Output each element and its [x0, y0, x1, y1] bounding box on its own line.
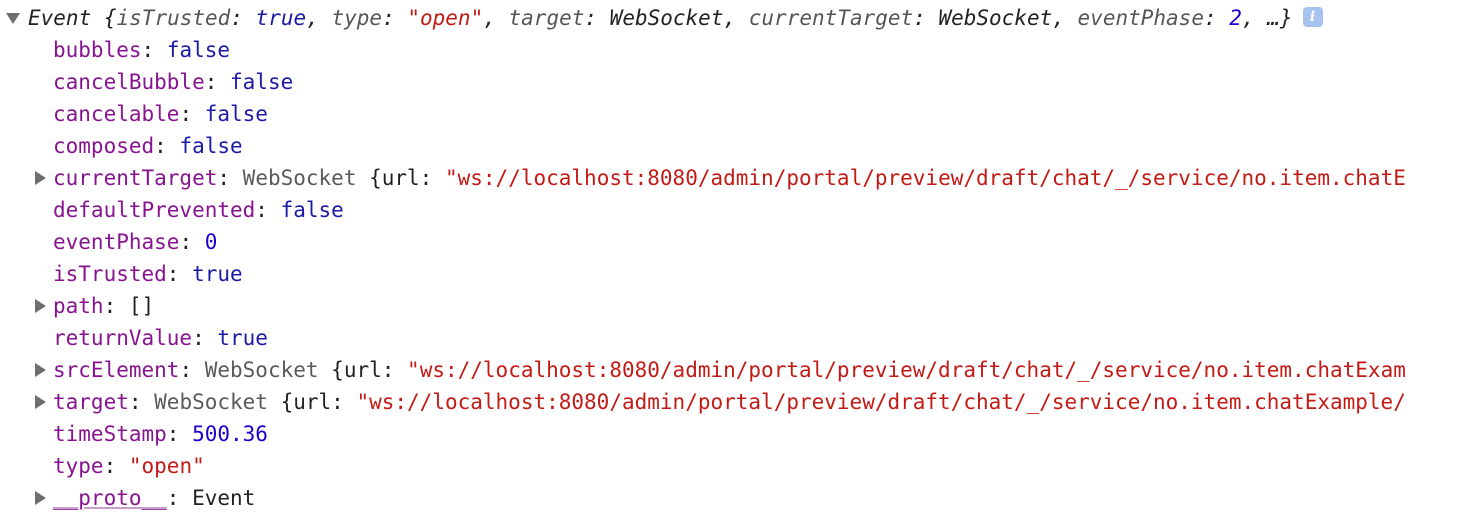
- property-colon: :: [179, 102, 205, 126]
- expand-triangle-icon[interactable]: [33, 482, 47, 514]
- summary-value-eventphase: 2: [1229, 6, 1242, 30]
- event-summary: Event {isTrusted: true, type: "open", ta…: [8, 6, 1293, 30]
- property-value: true: [217, 326, 268, 350]
- console-output: Event {isTrusted: true, type: "open", ta…: [0, 2, 1466, 514]
- property-value: 500.36: [192, 422, 268, 446]
- property-key: path: [53, 294, 104, 318]
- property-key: cancelBubble: [53, 70, 205, 94]
- property-row-expandable[interactable]: target: WebSocket {url: "ws://localhost:…: [0, 386, 1466, 418]
- summary-value-target: WebSocket: [609, 6, 724, 30]
- event-object-header[interactable]: Event {isTrusted: true, type: "open", ta…: [0, 2, 1466, 34]
- property-key: isTrusted: [53, 262, 167, 286]
- property-key: composed: [53, 134, 155, 158]
- property-value: false: [179, 134, 243, 158]
- property-key: target: [53, 390, 129, 414]
- expand-triangle-icon[interactable]: [33, 386, 47, 418]
- summary-key-istrusted: isTrusted: [116, 6, 231, 30]
- summary-colon: :: [584, 6, 610, 30]
- property-row-expandable[interactable]: currentTarget: WebSocket {url: "ws://loc…: [0, 162, 1466, 194]
- collapse-triangle-icon[interactable]: [6, 2, 20, 34]
- property-brace: {url:: [318, 358, 408, 382]
- property-row: type: "open": [0, 450, 1466, 482]
- property-url-value: "ws://localhost:8080/admin/portal/previe…: [356, 390, 1406, 414]
- property-colon: :: [154, 134, 180, 158]
- property-colon: :: [103, 294, 129, 318]
- summary-sep: ,: [1052, 6, 1078, 30]
- summary-key-target: target: [508, 6, 585, 30]
- summary-key-currenttarget: currentTarget: [748, 6, 914, 30]
- property-url-value: "ws://localhost:8080/admin/portal/previe…: [407, 358, 1406, 382]
- property-value: false: [204, 102, 268, 126]
- property-row-expandable[interactable]: srcElement: WebSocket {url: "ws://localh…: [0, 354, 1466, 386]
- property-row: timeStamp: 500.36: [0, 418, 1466, 450]
- property-colon: :: [192, 326, 218, 350]
- property-colon: :: [166, 262, 193, 286]
- property-row: defaultPrevented: false: [0, 194, 1466, 226]
- property-class-name: WebSocket: [204, 358, 319, 382]
- property-value: true: [192, 262, 243, 286]
- summary-sep: ,: [306, 6, 332, 30]
- property-value: false: [166, 38, 231, 62]
- property-row: eventPhase: 0: [0, 226, 1466, 258]
- property-row: isTrusted: true: [0, 258, 1466, 290]
- property-row: bubbles: false: [0, 34, 1466, 66]
- property-key: __proto__: [53, 486, 167, 510]
- property-row: composed: false: [0, 130, 1466, 162]
- summary-colon: :: [1203, 6, 1230, 30]
- property-colon: :: [103, 454, 129, 478]
- property-row-expandable[interactable]: __proto__: Event: [0, 482, 1466, 514]
- summary-value-istrusted: true: [255, 6, 307, 30]
- property-brace: {url:: [267, 390, 357, 414]
- summary-value-type: "open": [407, 6, 484, 30]
- open-brace: {: [103, 6, 117, 30]
- property-value: []: [128, 294, 155, 318]
- property-row-expandable[interactable]: path: []: [0, 290, 1466, 322]
- property-key: eventPhase: [53, 230, 180, 254]
- property-class-name: WebSocket: [154, 390, 268, 414]
- property-key: defaultPrevented: [53, 198, 256, 222]
- summary-key-type: type: [331, 6, 383, 30]
- summary-sep: ,: [483, 6, 509, 30]
- property-value: false: [280, 198, 344, 222]
- summary-colon: :: [913, 6, 939, 30]
- property-colon: :: [179, 230, 205, 254]
- property-key: srcElement: [53, 358, 180, 382]
- property-brace: {url:: [356, 166, 445, 190]
- property-colon: :: [255, 198, 281, 222]
- summary-ellipsis: …}: [1267, 6, 1293, 30]
- property-colon: :: [166, 486, 193, 510]
- property-key: returnValue: [53, 326, 193, 350]
- property-key: type: [53, 454, 104, 478]
- expand-triangle-icon[interactable]: [33, 290, 47, 322]
- property-colon: :: [217, 166, 243, 190]
- property-value: 0: [204, 230, 218, 254]
- summary-key-eventphase: eventPhase: [1077, 6, 1204, 30]
- property-key: timeStamp: [53, 422, 167, 446]
- property-class-name: WebSocket: [242, 166, 357, 190]
- property-row: cancelable: false: [0, 98, 1466, 130]
- property-url-value: "ws://localhost:8080/admin/portal/previe…: [444, 166, 1406, 190]
- expand-triangle-icon[interactable]: [33, 354, 47, 386]
- property-row: returnValue: true: [0, 322, 1466, 354]
- info-icon[interactable]: i: [1302, 7, 1323, 27]
- property-row: cancelBubble: false: [0, 66, 1466, 98]
- property-value: "open": [128, 454, 205, 478]
- property-key: currentTarget: [53, 166, 218, 190]
- property-key: cancelable: [53, 102, 180, 126]
- property-value: false: [230, 70, 294, 94]
- event-type-name: Event: [28, 6, 104, 30]
- property-colon: :: [179, 358, 205, 382]
- summary-colon: :: [230, 6, 256, 30]
- property-colon: :: [166, 422, 193, 446]
- property-key: bubbles: [53, 38, 142, 62]
- property-value: Event: [192, 486, 256, 510]
- expand-triangle-icon[interactable]: [33, 162, 47, 194]
- summary-sep: ,: [1241, 6, 1268, 30]
- summary-value-currenttarget: WebSocket: [938, 6, 1053, 30]
- property-colon: :: [128, 390, 155, 414]
- summary-colon: :: [382, 6, 408, 30]
- property-colon: :: [141, 38, 167, 62]
- summary-sep: ,: [723, 6, 749, 30]
- property-colon: :: [204, 70, 231, 94]
